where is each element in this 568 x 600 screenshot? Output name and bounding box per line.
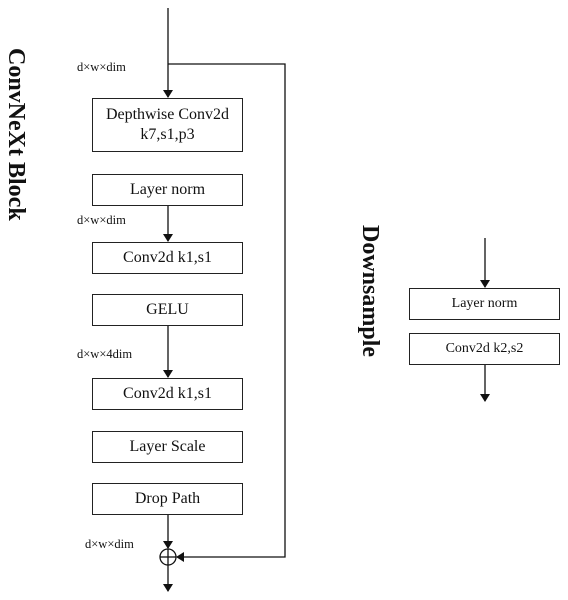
conv2d-box-2: Conv2d k1,s1: [92, 378, 243, 410]
layer-scale-box: Layer Scale: [92, 431, 243, 463]
conv2d-box-1: Conv2d k1,s1: [92, 242, 243, 274]
layer-norm-box: Layer norm: [92, 174, 243, 206]
drop-path-box: Drop Path: [92, 483, 243, 515]
ds-conv2d-box: Conv2d k2,s2: [409, 333, 560, 365]
depthwise-line2: k7,s1,p3: [140, 126, 195, 143]
gelu-box: GELU: [92, 294, 243, 326]
shape-label: d×w×dim: [85, 537, 134, 551]
ds-layer-norm-box: Layer norm: [409, 288, 560, 320]
shape-label: d×w×dim: [77, 213, 126, 227]
depthwise-line1: Depthwise Conv2d: [105, 106, 230, 123]
shape-label: d×w×4dim: [77, 347, 133, 361]
downsample-title: Downsample: [357, 225, 383, 358]
block-title: ConvNeXt Block: [3, 48, 29, 221]
depthwise-conv-box: Depthwise Conv2d k7,s1,p3: [92, 98, 243, 152]
shape-label: d×w×dim: [77, 60, 126, 74]
diagram: ConvNeXt Block Downsample Depthwise Conv…: [0, 0, 568, 600]
